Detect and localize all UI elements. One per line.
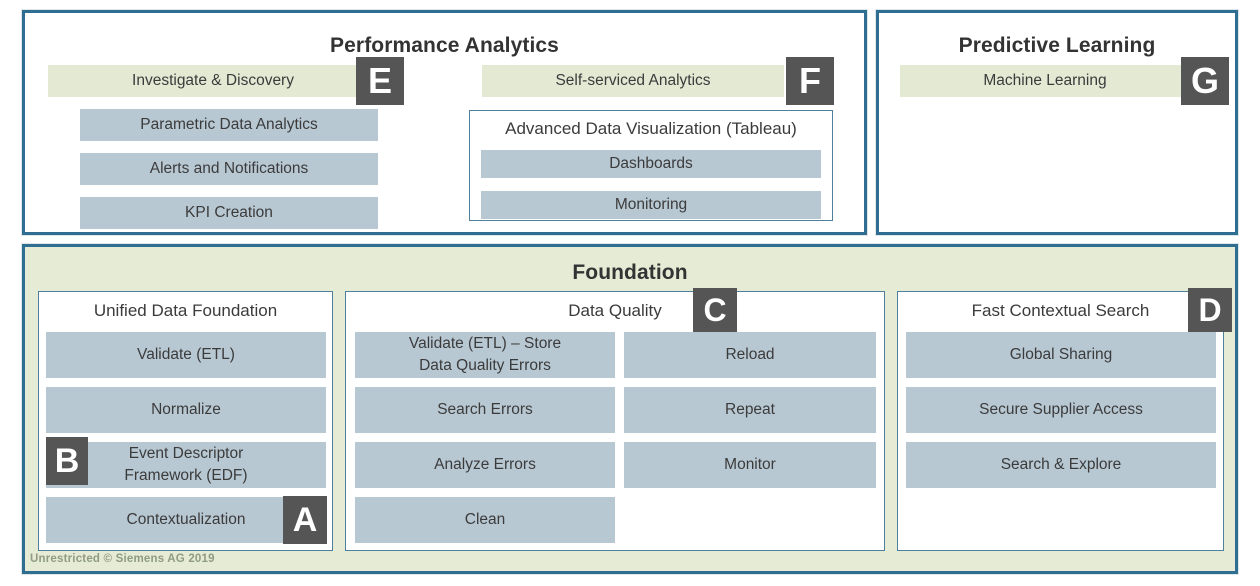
badge-letter: G — [1190, 60, 1219, 101]
bar-analyze-errors[interactable]: Analyze Errors — [355, 442, 615, 488]
bar-label: Repeat — [725, 400, 775, 418]
badge-letter: A — [292, 501, 318, 539]
badge-a: A — [283, 496, 327, 544]
bar-label: Self-serviced Analytics — [555, 71, 711, 89]
bar-label: Validate (ETL) – Store Data Quality Erro… — [408, 334, 562, 374]
badge-c: C — [693, 288, 737, 332]
bar-label: Clean — [464, 510, 506, 528]
bar-investigate-discovery[interactable]: Investigate & Discovery — [48, 65, 378, 97]
bar-label: Secure Supplier Access — [979, 400, 1143, 418]
bar-label: Validate (ETL) — [137, 345, 235, 363]
bar-event-descriptor-framework[interactable]: Event Descriptor Framework (EDF) — [46, 442, 326, 488]
badge-letter: D — [1198, 292, 1222, 328]
bar-label: Monitor — [724, 455, 776, 473]
predictive-learning-title: Predictive Learning — [958, 34, 1156, 57]
unified-data-foundation-title: Unified Data Foundation — [93, 301, 278, 320]
badge-letter: B — [54, 442, 80, 480]
bar-alerts-notifications[interactable]: Alerts and Notifications — [80, 153, 378, 185]
bar-monitor[interactable]: Monitor — [624, 442, 876, 488]
bar-validate-etl-store-errors[interactable]: Validate (ETL) – Store Data Quality Erro… — [355, 332, 615, 378]
copyright-footer: Unrestricted © Siemens AG 2019 — [30, 553, 215, 565]
advanced-data-visualization-title: Advanced Data Visualization (Tableau) — [505, 119, 797, 138]
bar-label: Machine Learning — [983, 71, 1107, 89]
bar-label: Search Errors — [437, 400, 533, 418]
bar-machine-learning[interactable]: Machine Learning — [900, 65, 1190, 97]
badge-letter: E — [367, 60, 392, 101]
bar-label: Monitoring — [614, 195, 688, 213]
data-quality-title: Data Quality — [568, 301, 662, 320]
bar-monitoring[interactable]: Monitoring — [481, 191, 821, 219]
foundation-title: Foundation — [572, 261, 688, 284]
bar-label: Analyze Errors — [434, 455, 536, 473]
badge-letter: F — [799, 60, 821, 101]
bar-label: Alerts and Notifications — [149, 159, 309, 177]
bar-validate-etl[interactable]: Validate (ETL) — [46, 332, 326, 378]
bar-label: KPI Creation — [185, 203, 273, 221]
bar-label: Investigate & Discovery — [132, 71, 294, 89]
predictive-learning-panel: Predictive Learning — [875, 9, 1239, 236]
bar-search-explore[interactable]: Search & Explore — [906, 442, 1216, 488]
bar-label: Search & Explore — [1000, 455, 1122, 473]
bar-repeat[interactable]: Repeat — [624, 387, 876, 433]
bar-dashboards[interactable]: Dashboards — [481, 150, 821, 178]
bar-parametric-data-analytics[interactable]: Parametric Data Analytics — [80, 109, 378, 141]
bar-label: Global Sharing — [1009, 345, 1113, 363]
badge-f: F — [786, 57, 834, 105]
bar-clean[interactable]: Clean — [355, 497, 615, 543]
bar-normalize[interactable]: Normalize — [46, 387, 326, 433]
bar-label: Event Descriptor Framework (EDF) — [124, 444, 248, 484]
badge-e: E — [356, 57, 404, 105]
bar-reload[interactable]: Reload — [624, 332, 876, 378]
badge-letter: C — [703, 292, 727, 328]
badge-b: B — [46, 437, 88, 485]
performance-analytics-title: Performance Analytics — [330, 34, 559, 57]
bar-kpi-creation[interactable]: KPI Creation — [80, 197, 378, 229]
bar-label: Contextualization — [126, 510, 246, 528]
bar-search-errors[interactable]: Search Errors — [355, 387, 615, 433]
bar-secure-supplier-access[interactable]: Secure Supplier Access — [906, 387, 1216, 433]
bar-global-sharing[interactable]: Global Sharing — [906, 332, 1216, 378]
bar-label: Reload — [725, 345, 775, 363]
badge-d: D — [1188, 288, 1232, 332]
badge-g: G — [1181, 57, 1229, 105]
fast-contextual-search-title: Fast Contextual Search — [971, 301, 1150, 320]
bar-label: Parametric Data Analytics — [140, 115, 318, 133]
bar-label: Normalize — [151, 400, 221, 418]
bar-label: Dashboards — [609, 154, 693, 172]
bar-self-serviced-analytics[interactable]: Self-serviced Analytics — [482, 65, 784, 97]
